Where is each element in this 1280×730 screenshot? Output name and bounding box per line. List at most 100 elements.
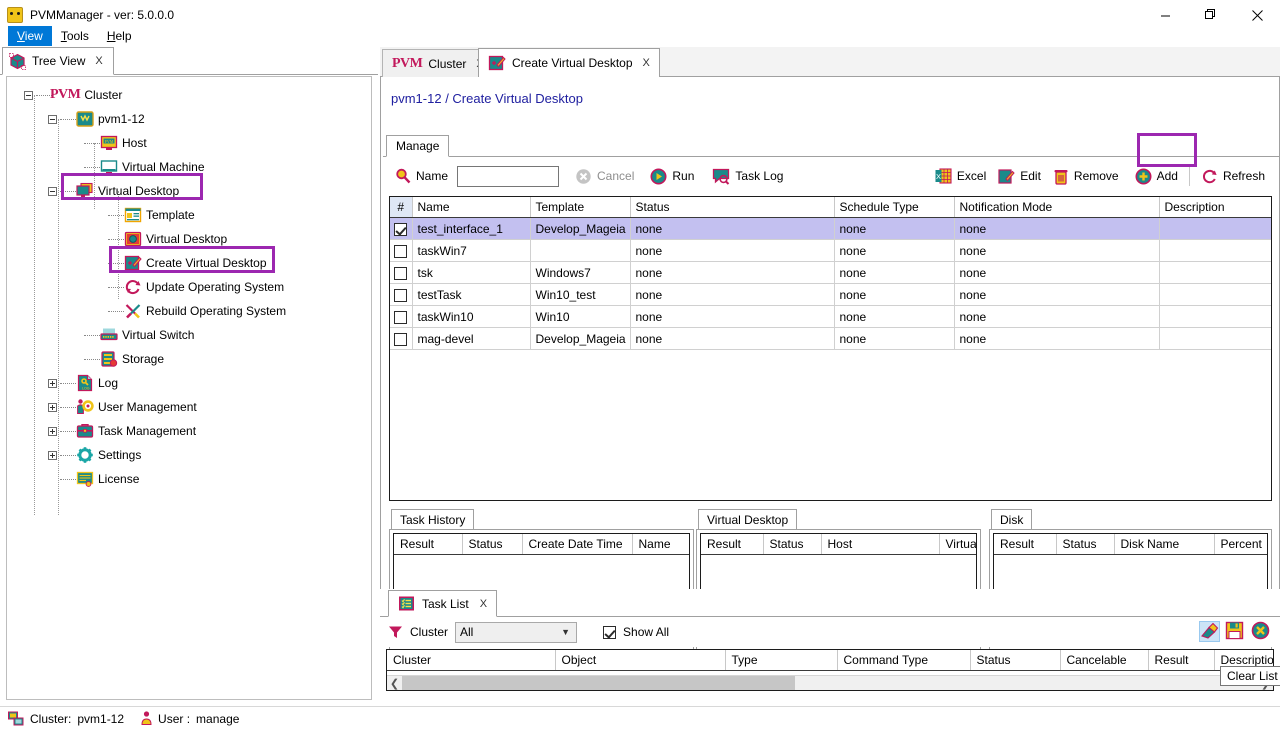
column-header-status[interactable]: Status — [763, 534, 822, 555]
add-button[interactable]: Add — [1129, 165, 1184, 188]
tree-item-virtual-machine[interactable]: Virtual Machine — [7, 155, 371, 179]
column-header-result[interactable]: Result — [994, 534, 1057, 555]
column-header-percent[interactable]: Percent — [1214, 534, 1267, 555]
tree-item-update-operating-system[interactable]: Update Operating System — [7, 275, 371, 299]
tree-item-create-virtual-desktop[interactable]: Create Virtual Desktop — [7, 251, 371, 275]
tree-item-rebuild-operating-system[interactable]: Rebuild Operating System — [7, 299, 371, 323]
column-header-notification-mode[interactable]: Notification Mode — [954, 197, 1160, 218]
tree-item-pvm1-12[interactable]: pvm1-12 — [7, 107, 371, 131]
row-checkbox[interactable] — [394, 266, 408, 280]
name-input[interactable] — [457, 165, 560, 187]
run-button[interactable]: Run — [644, 165, 700, 188]
column-header-status[interactable]: Status — [462, 534, 523, 555]
tree-container[interactable]: PVM Cluster pvm1-12 PVM Host Virtual Mac… — [6, 76, 372, 700]
column-header-cluster[interactable]: Cluster — [387, 650, 556, 671]
tab-manage[interactable]: Manage — [386, 135, 450, 157]
column-header-disk-name[interactable]: Disk Name — [1114, 534, 1215, 555]
task-list-grid[interactable]: Cluster Object Type Command Type Status … — [386, 649, 1274, 691]
tree-item-virtual-desktop[interactable]: Virtual Desktop — [7, 179, 371, 203]
cluster-filter-select[interactable]: All ▼ — [455, 621, 578, 643]
tab-create-virtual-desktop-close[interactable]: X — [643, 57, 650, 69]
column-header-status[interactable]: Status — [1056, 534, 1115, 555]
row-checkbox-cell[interactable] — [390, 283, 413, 306]
task-log-button[interactable]: Task Log — [706, 165, 789, 188]
tree-item-settings[interactable]: Settings — [7, 443, 371, 467]
tree-item-user-management[interactable]: User Management — [7, 395, 371, 419]
column-header-type[interactable]: Type — [725, 650, 838, 671]
tab-tree-view-close[interactable]: X — [95, 55, 102, 67]
tree-item-cluster[interactable]: PVM Cluster — [7, 83, 371, 107]
expander-plus-icon[interactable] — [48, 426, 57, 436]
row-checkbox-cell[interactable] — [390, 217, 413, 240]
tab-task-list-close[interactable]: X — [480, 598, 487, 610]
column-header-status[interactable]: Status — [970, 650, 1061, 671]
tree-item-log[interactable]: LOG Log — [7, 371, 371, 395]
row-checkbox[interactable] — [394, 332, 408, 346]
column-header-object[interactable]: Object — [555, 650, 726, 671]
excel-button[interactable]: X Excel — [929, 165, 992, 187]
tab-virtual-desktop[interactable]: Virtual Desktop — [698, 509, 798, 529]
tab-task-history[interactable]: Task History — [391, 509, 475, 529]
row-checkbox[interactable] — [394, 244, 408, 258]
tree-item-template[interactable]: Template — [7, 203, 371, 227]
tree-item-virtual-switch[interactable]: Virtual Switch — [7, 323, 371, 347]
row-checkbox[interactable] — [394, 222, 408, 236]
refresh-button[interactable]: Refresh — [1195, 165, 1271, 188]
column-header-status[interactable]: Status — [630, 197, 835, 218]
tab-disk[interactable]: Disk — [991, 509, 1033, 529]
tree-item-license[interactable]: License — [7, 467, 371, 491]
row-checkbox-cell[interactable] — [390, 327, 413, 350]
expander-plus-icon[interactable] — [48, 378, 57, 388]
tree-item-task-management[interactable]: Task Management — [7, 419, 371, 443]
expander-plus-icon[interactable] — [48, 450, 57, 460]
save-icon[interactable] — [1225, 621, 1246, 642]
tree-item-host[interactable]: PVM Host — [7, 131, 371, 155]
remove-button[interactable]: Remove — [1047, 165, 1125, 188]
column-header-description[interactable]: Description — [1159, 197, 1271, 218]
expander-minus-icon[interactable] — [48, 186, 57, 196]
column-header-num[interactable]: # — [390, 197, 413, 218]
table-row[interactable]: taskWin7 none none none — [390, 239, 1271, 262]
column-header-host[interactable]: Host — [821, 534, 940, 555]
table-row[interactable]: testTask Win10_test none none none — [390, 283, 1271, 306]
chevron-down-icon[interactable]: ▼ — [561, 627, 570, 637]
menu-item-view[interactable]: VViewiew — [8, 26, 52, 46]
row-checkbox-cell[interactable] — [390, 239, 413, 262]
clear-list-icon[interactable] — [1199, 621, 1220, 642]
column-header-result[interactable]: Result — [701, 534, 764, 555]
column-header-name[interactable]: Name — [412, 197, 531, 218]
menu-item-help[interactable]: Help — [98, 26, 141, 46]
scroll-track[interactable] — [402, 675, 1258, 690]
column-header-result[interactable]: Result — [1148, 650, 1215, 671]
edit-button[interactable]: Edit — [992, 165, 1047, 188]
tab-create-virtual-desktop[interactable]: Create Virtual Desktop X — [478, 48, 660, 77]
menu-item-tools[interactable]: Tools — [52, 26, 98, 46]
tab-cluster[interactable]: PVM Cluster X — [382, 49, 494, 77]
table-row[interactable]: test_interface_1 Develop_Mageia none non… — [390, 217, 1271, 240]
column-header-create-date-time[interactable]: Create Date Time — [522, 534, 633, 555]
table-row[interactable]: mag-devel Develop_Mageia none none none — [390, 327, 1271, 350]
expander-plus-icon[interactable] — [48, 402, 57, 412]
column-header-template[interactable]: Template — [530, 197, 631, 218]
column-header-result[interactable]: Result — [394, 534, 463, 555]
scroll-left-icon[interactable]: ❮ — [387, 677, 402, 690]
column-header-schedule-type[interactable]: Schedule Type — [834, 197, 955, 218]
tree-item-virtual-desktop-list[interactable]: Virtual Desktop — [7, 227, 371, 251]
tree-item-storage[interactable]: Storage — [7, 347, 371, 371]
task-list-hscrollbar[interactable]: ❮ ❯ — [387, 675, 1273, 690]
task-grid[interactable]: # Name Template Status Schedule Type Not… — [389, 196, 1272, 501]
row-checkbox-cell[interactable] — [390, 305, 413, 328]
row-checkbox-cell[interactable] — [390, 261, 413, 284]
row-checkbox[interactable] — [394, 288, 408, 302]
scroll-thumb[interactable] — [402, 675, 795, 690]
row-checkbox[interactable] — [394, 310, 408, 324]
table-row[interactable]: taskWin10 Win10 none none none — [390, 305, 1271, 328]
close-icon[interactable] — [1251, 621, 1272, 642]
column-header-command-type[interactable]: Command Type — [837, 650, 971, 671]
tab-tree-view[interactable]: Tree View X — [2, 47, 114, 75]
expander-minus-icon[interactable] — [48, 114, 57, 124]
column-header-name[interactable]: Name — [632, 534, 689, 555]
table-row[interactable]: tsk Windows7 none none none — [390, 261, 1271, 284]
tab-task-list[interactable]: Task List X — [388, 590, 498, 617]
cancel-button[interactable]: Cancel — [569, 165, 640, 188]
